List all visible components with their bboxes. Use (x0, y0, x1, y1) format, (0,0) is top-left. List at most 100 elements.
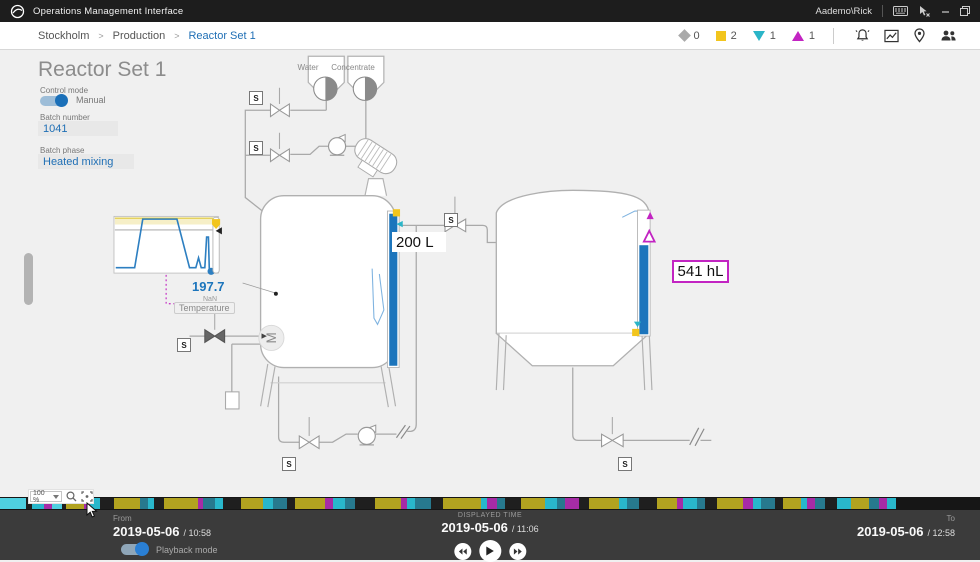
alarm-badge-square[interactable]: 2 (716, 30, 737, 42)
timeline-segment[interactable] (589, 498, 619, 509)
timeline-segment[interactable] (743, 498, 753, 509)
interlock-tag-s6[interactable]: S (618, 457, 632, 471)
alarm-badge-low[interactable]: 1 (753, 30, 776, 42)
timeline-track[interactable] (0, 497, 980, 510)
timeline-segment[interactable] (545, 498, 557, 509)
valve-concentrate-feed[interactable] (270, 133, 289, 162)
timeline-segment[interactable] (683, 498, 697, 509)
breadcrumb-item-production[interactable]: Production (113, 30, 166, 42)
timeline-segment[interactable] (815, 498, 825, 509)
timeline-segment[interactable] (705, 498, 717, 509)
displayed-time: / 11:06 (512, 524, 539, 534)
timeline-segment[interactable] (565, 498, 579, 509)
timeline-segment[interactable] (114, 498, 140, 509)
fit-range-icon[interactable] (81, 491, 93, 502)
people-icon[interactable] (940, 29, 957, 42)
agitator-indicator[interactable]: M (259, 325, 284, 350)
reactor-vessel-1[interactable] (261, 135, 403, 407)
timeline-segment[interactable] (431, 498, 443, 509)
timeline-segment[interactable] (783, 498, 801, 509)
batch-number-field[interactable]: 1041 (38, 121, 118, 136)
timeline-segment[interactable] (753, 498, 761, 509)
timeline-segment[interactable] (825, 498, 837, 509)
timeline-segment[interactable] (375, 498, 401, 509)
breadcrumb-item-stockholm[interactable]: Stockholm (38, 30, 89, 42)
timeline-segment[interactable] (487, 498, 497, 509)
timeline-segment[interactable] (0, 498, 26, 509)
pump-transfer[interactable] (358, 425, 376, 445)
keyboard-icon[interactable] (893, 6, 908, 16)
timeline-segment[interactable] (627, 498, 639, 509)
timeline-segment[interactable] (807, 498, 815, 509)
timeline-segment[interactable] (154, 498, 164, 509)
reactor-vessel-2[interactable] (496, 190, 654, 390)
timeline-segment[interactable] (325, 498, 333, 509)
timeline-segment[interactable] (761, 498, 775, 509)
timeline-segment[interactable] (521, 498, 545, 509)
timeline-segment[interactable] (619, 498, 627, 509)
alarm-badge-high[interactable]: 1 (792, 30, 815, 42)
control-mode-toggle[interactable] (40, 96, 66, 106)
timeline-segment[interactable] (697, 498, 705, 509)
timeline-segment[interactable] (775, 498, 783, 509)
timeline-segment[interactable] (639, 498, 657, 509)
interlock-tag-s5[interactable]: S (282, 457, 296, 471)
timeline-segment[interactable] (851, 498, 869, 509)
restore-window-icon[interactable] (960, 6, 970, 16)
timeline-segment[interactable] (879, 498, 887, 509)
timeline-segment[interactable] (263, 498, 273, 509)
interlock-tag-s2[interactable]: S (249, 141, 263, 155)
timeline-segment[interactable] (241, 498, 263, 509)
timeline-segment[interactable] (837, 498, 851, 509)
timeline-segment[interactable] (497, 498, 505, 509)
scrollbar-thumb[interactable] (24, 253, 33, 305)
timeline-segment[interactable] (345, 498, 355, 509)
drain-vessel[interactable] (226, 392, 239, 409)
batch-phase-field[interactable]: Heated mixing (38, 154, 134, 169)
alarm-bell-icon[interactable] (855, 28, 870, 43)
timeline-segment[interactable] (333, 498, 345, 509)
breadcrumb-item-reactor-set-1[interactable]: Reactor Set 1 (188, 30, 255, 42)
timeline-segment[interactable] (295, 498, 325, 509)
motor-symbol: M (264, 332, 279, 343)
interlock-tag-s1[interactable]: S (249, 91, 263, 105)
timeline-segment[interactable] (415, 498, 431, 509)
timeline-segment[interactable] (203, 498, 215, 509)
trend-chart-icon[interactable] (884, 29, 899, 43)
map-pin-icon[interactable] (913, 28, 926, 43)
vessel2-level-value[interactable]: 541 hL (672, 260, 729, 283)
timeline-segment[interactable] (579, 498, 589, 509)
timeline-zoom-select[interactable]: 100 % (30, 491, 62, 502)
pump-feed[interactable] (329, 135, 346, 156)
valve-agitator-closed[interactable] (205, 309, 225, 342)
timeline-segment[interactable] (869, 498, 879, 509)
timeline-segment[interactable] (657, 498, 677, 509)
valve-v1-outlet[interactable] (299, 417, 319, 448)
play-button[interactable] (479, 540, 501, 562)
fast-forward-button[interactable] (509, 543, 526, 560)
timeline-segment[interactable] (140, 498, 148, 509)
timeline-segment[interactable] (287, 498, 295, 509)
timeline-segment[interactable] (215, 498, 223, 509)
timeline-segment[interactable] (223, 498, 241, 509)
zoom-out-icon[interactable] (66, 491, 77, 502)
interlock-tag-s3[interactable]: S (177, 338, 191, 352)
timeline-segment[interactable] (407, 498, 415, 509)
timeline-segment[interactable] (100, 498, 114, 509)
minimize-icon[interactable] (941, 7, 950, 16)
alarm-badge-diamond[interactable]: 0 (680, 30, 700, 42)
timeline-segment[interactable] (887, 498, 896, 509)
valve-v2-outlet[interactable] (602, 417, 624, 447)
timeline-segment[interactable] (355, 498, 375, 509)
pointer-disable-icon[interactable] (918, 5, 931, 18)
timeline-segment[interactable] (717, 498, 743, 509)
timeline-segment[interactable] (273, 498, 287, 509)
timeline-segment[interactable] (443, 498, 481, 509)
valve-water-feed[interactable] (270, 88, 289, 117)
timeline-segment[interactable] (164, 498, 198, 509)
rewind-button[interactable] (454, 543, 471, 560)
timeline-segment[interactable] (557, 498, 565, 509)
interlock-tag-s4[interactable]: S (444, 213, 458, 227)
playback-mode-toggle[interactable] (121, 544, 148, 555)
timeline-segment[interactable] (505, 498, 521, 509)
